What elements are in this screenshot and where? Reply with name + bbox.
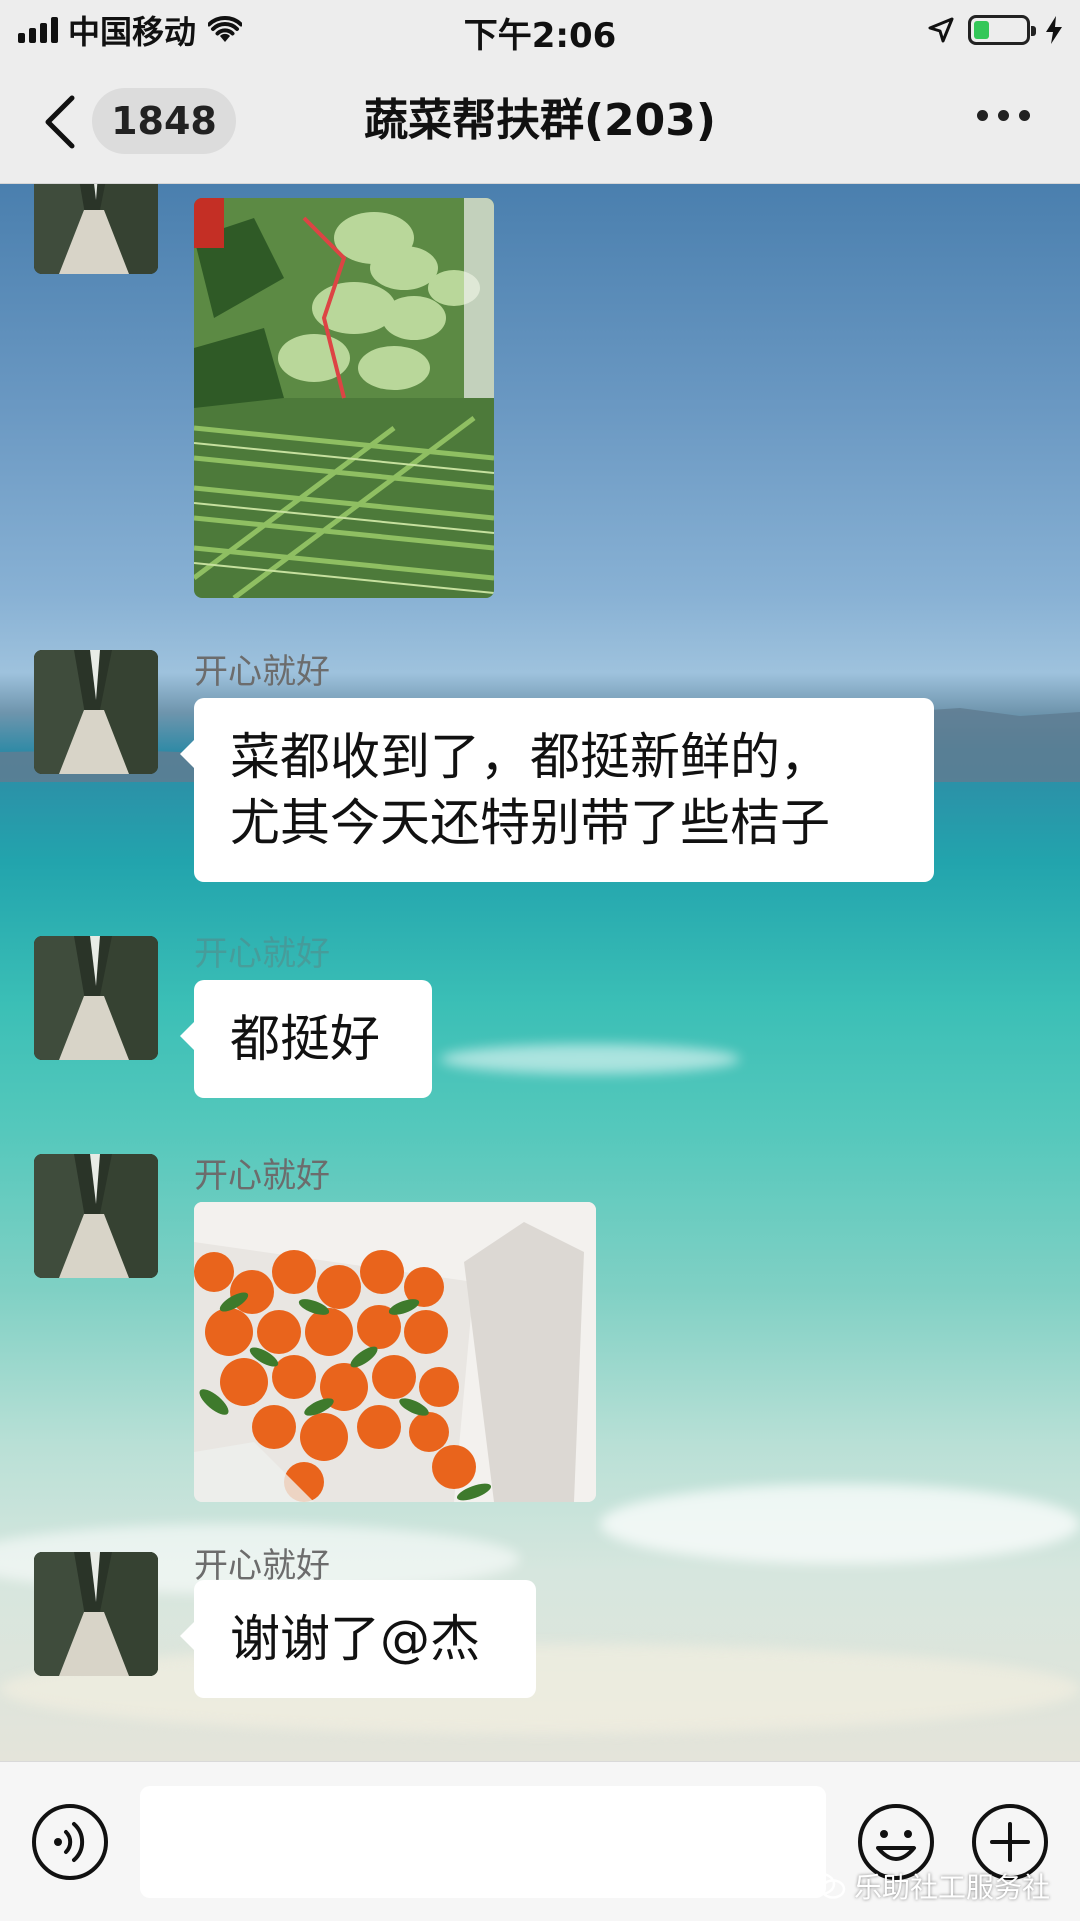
status-right bbox=[928, 12, 1064, 48]
sender-name: 开心就好 bbox=[194, 1156, 330, 1196]
sender-name: 开心就好 bbox=[194, 934, 330, 974]
avatar[interactable] bbox=[34, 650, 158, 774]
wallpaper-wave bbox=[440, 1044, 740, 1074]
unread-count-badge[interactable]: 1848 bbox=[92, 88, 236, 154]
message-text: 都挺好 bbox=[230, 1010, 380, 1068]
avatar-cliff-image bbox=[34, 936, 158, 1060]
sender-name: 开心就好 bbox=[194, 652, 330, 692]
battery-icon bbox=[968, 15, 1036, 45]
avatar-cliff-image bbox=[34, 1552, 158, 1676]
page-title: 蔬菜帮扶群(203) bbox=[363, 95, 717, 146]
text-message-bubble[interactable]: 谢谢了@杰 bbox=[180, 1580, 536, 1698]
text-message-bubble[interactable]: 菜都收到了，都挺新鲜的， 尤其今天还特别带了些桔子 bbox=[180, 698, 934, 882]
charging-bolt-icon bbox=[1046, 16, 1062, 44]
status-bar: 中国移动 下午2:06 bbox=[0, 0, 1080, 60]
voice-icon[interactable] bbox=[30, 1802, 110, 1882]
avatar-cliff-image bbox=[34, 650, 158, 774]
status-time: 下午2:06 bbox=[463, 16, 617, 56]
image-message[interactable] bbox=[194, 1202, 596, 1502]
battery-fill bbox=[974, 21, 989, 39]
avatar[interactable] bbox=[34, 1154, 158, 1278]
battery-nub bbox=[1031, 26, 1036, 36]
image-message[interactable] bbox=[194, 198, 494, 598]
watermark: 乐助社工服务社 bbox=[806, 1866, 1050, 1906]
message-text-line: 菜都收到了，都挺新鲜的， bbox=[230, 728, 830, 786]
input-bar: 乐助社工服务社 bbox=[0, 1761, 1080, 1921]
chevron-left-icon[interactable] bbox=[40, 94, 80, 150]
header: 中国移动 下午2:06 1848 蔬菜帮扶群(203) bbox=[0, 0, 1080, 184]
message-input[interactable] bbox=[140, 1786, 826, 1898]
wechat-logo-icon bbox=[806, 1872, 846, 1899]
text-message-bubble[interactable]: 都挺好 bbox=[180, 980, 432, 1098]
bubble-tail bbox=[180, 1622, 194, 1650]
avatar-cliff-image bbox=[34, 1154, 158, 1278]
bubble-tail bbox=[180, 1022, 194, 1050]
message-text-line: 尤其今天还特别带了些桔子 bbox=[230, 794, 830, 852]
avatar-cliff-image bbox=[34, 184, 158, 274]
chat-area[interactable]: 开心就好 菜都收到了，都挺新鲜的， 尤其今天还特别带了些桔子 开心就好 都挺好 bbox=[0, 184, 1080, 1761]
avatar[interactable] bbox=[34, 184, 158, 274]
location-arrow-icon bbox=[928, 17, 954, 43]
nav-bar: 1848 蔬菜帮扶群(203) bbox=[0, 70, 1080, 170]
watermark-text: 乐助社工服务社 bbox=[853, 1871, 1050, 1904]
avatar[interactable] bbox=[34, 1552, 158, 1676]
wallpaper-wave bbox=[600, 1484, 1080, 1564]
more-dots-icon[interactable] bbox=[977, 110, 1030, 121]
wallpaper-wave bbox=[0, 1644, 1080, 1734]
message-text: 谢谢了@杰 bbox=[230, 1610, 480, 1668]
vegetables-photo bbox=[194, 198, 494, 598]
oranges-photo bbox=[194, 1202, 596, 1502]
avatar[interactable] bbox=[34, 936, 158, 1060]
bubble-tail bbox=[180, 740, 194, 768]
